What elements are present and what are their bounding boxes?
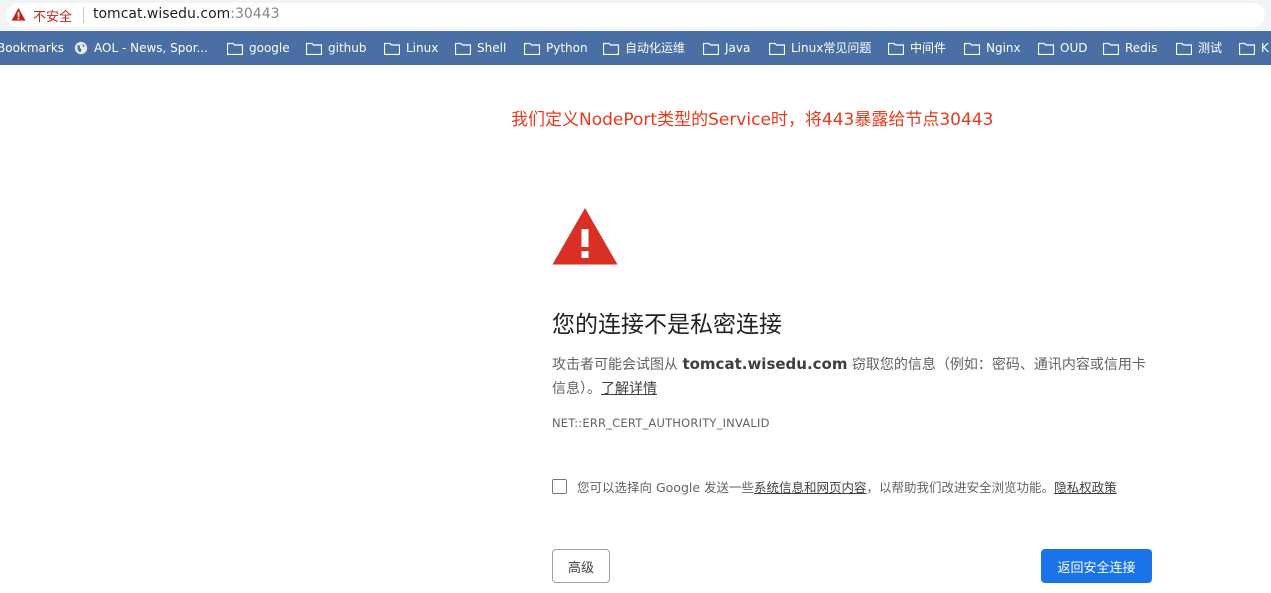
back-to-safety-button[interactable]: 返回安全连接 bbox=[1041, 549, 1152, 583]
folder-icon bbox=[964, 42, 980, 55]
bookmark-label: github bbox=[328, 41, 367, 55]
bookmark-bookmarks[interactable]: Bookmarks bbox=[0, 31, 64, 65]
bookmark-folder-shell[interactable]: Shell bbox=[455, 31, 506, 65]
url-host: tomcat.wisedu.com bbox=[93, 6, 231, 22]
safe-browsing-optin: 您可以选择向 Google 发送一些 系统信息和网页内容 ，以帮助我们改进安全浏览功… bbox=[552, 477, 1152, 496]
folder-icon bbox=[384, 42, 400, 55]
folder-icon bbox=[769, 42, 785, 55]
bookmark-label: Shell bbox=[477, 41, 507, 55]
bookmark-folder-oud[interactable]: OUD bbox=[1038, 31, 1087, 65]
address-separator bbox=[83, 7, 84, 23]
annotation-text: 我们定义NodePort类型的Service时，将443暴露给节点30443 bbox=[511, 110, 994, 130]
warning-triangle-icon bbox=[552, 208, 618, 265]
bookmark-folder-google[interactable]: google bbox=[227, 31, 290, 65]
bookmark-label: google bbox=[249, 41, 290, 55]
bookmark-label: Nginx bbox=[986, 41, 1021, 55]
learn-more-link[interactable]: 了解详情 bbox=[601, 381, 657, 397]
bookmark-label: Linux bbox=[406, 41, 439, 55]
bookmark-aol[interactable]: AOL - News, Spor... bbox=[74, 31, 208, 65]
address-bar: 不安全 tomcat.wisedu.com:30443 bbox=[0, 0, 1271, 32]
error-code: NET::ERR_CERT_AUTHORITY_INVALID bbox=[552, 416, 770, 430]
folder-icon bbox=[1038, 42, 1054, 55]
folder-icon bbox=[888, 42, 904, 55]
bookmark-label: Bookmarks bbox=[0, 41, 65, 55]
optin-middle: ，以帮助我们改进安全浏览功能。 bbox=[866, 480, 1055, 495]
bookmark-folder-python[interactable]: Python bbox=[524, 31, 588, 65]
folder-icon bbox=[227, 42, 243, 55]
bookmark-label: 测试 bbox=[1198, 41, 1223, 55]
url-port: :30443 bbox=[230, 6, 280, 22]
optin-checkbox[interactable] bbox=[552, 479, 567, 494]
system-info-link[interactable]: 系统信息和网页内容 bbox=[754, 477, 867, 496]
folder-icon bbox=[1176, 42, 1192, 55]
privacy-policy-link[interactable]: 隐私权政策 bbox=[1054, 477, 1117, 496]
page-heading: 您的连接不是私密连接 bbox=[552, 312, 782, 338]
url-text[interactable]: tomcat.wisedu.com:30443 bbox=[93, 6, 280, 22]
bookmark-label: AOL - News, Spor... bbox=[94, 41, 208, 55]
folder-icon bbox=[703, 42, 719, 55]
bookmark-label: Redis bbox=[1125, 41, 1158, 55]
bookmark-label: OUD bbox=[1060, 41, 1088, 55]
warning-description: 攻击者可能会试图从 tomcat.wisedu.com 窃取您的信息（例如：密码… bbox=[552, 352, 1152, 401]
folder-icon bbox=[455, 42, 471, 55]
bookmark-folder-middleware[interactable]: 中间件 bbox=[888, 31, 946, 65]
globe-icon bbox=[74, 41, 88, 55]
bookmark-folder-redis[interactable]: Redis bbox=[1103, 31, 1157, 65]
folder-icon bbox=[306, 42, 322, 55]
bookmarks-bar: Bookmarks AOL - News, Spor... google git… bbox=[0, 31, 1271, 65]
bookmark-folder-linux[interactable]: Linux bbox=[384, 31, 438, 65]
bookmark-folder-test[interactable]: 测试 bbox=[1176, 31, 1222, 65]
not-secure-label[interactable]: 不安全 bbox=[33, 6, 72, 25]
folder-icon bbox=[1103, 42, 1119, 55]
optin-prefix: 您可以选择向 Google 发送一些 bbox=[577, 480, 755, 495]
bookmark-folder-linux-faq[interactable]: Linux常见问题 bbox=[769, 31, 871, 65]
bookmark-label: Java bbox=[725, 41, 751, 55]
bookmark-label: 中间件 bbox=[910, 41, 947, 55]
folder-icon bbox=[524, 42, 540, 55]
bookmark-folder-automation[interactable]: 自动化运维 bbox=[603, 31, 685, 65]
bookmark-label: 自动化运维 bbox=[625, 41, 686, 55]
bookmark-folder-k[interactable]: K bbox=[1239, 31, 1269, 65]
bookmark-label: Python bbox=[546, 41, 588, 55]
folder-icon bbox=[1239, 42, 1255, 55]
bookmark-folder-java[interactable]: Java bbox=[703, 31, 750, 65]
folder-icon bbox=[603, 42, 619, 55]
bookmark-folder-nginx[interactable]: Nginx bbox=[964, 31, 1021, 65]
bookmark-folder-github[interactable]: github bbox=[306, 31, 366, 65]
advanced-button[interactable]: 高级 bbox=[552, 549, 610, 583]
desc-host: tomcat.wisedu.com bbox=[682, 355, 848, 373]
bookmark-label: Linux常见问题 bbox=[791, 41, 872, 55]
not-secure-warning-icon[interactable] bbox=[11, 7, 26, 22]
desc-prefix: 攻击者可能会试图从 bbox=[552, 357, 683, 373]
bookmark-label: K bbox=[1261, 41, 1269, 55]
